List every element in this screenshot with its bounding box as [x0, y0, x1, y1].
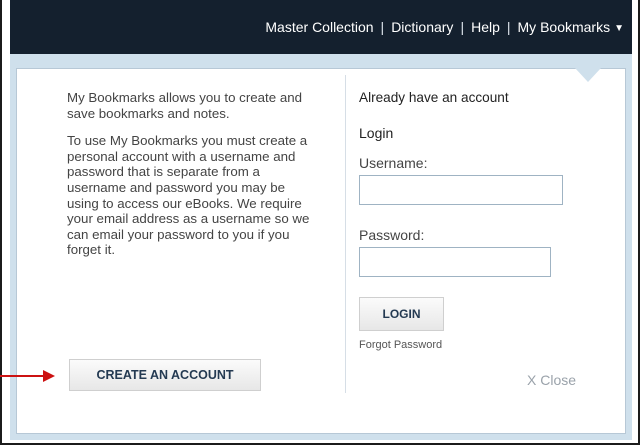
panel-divider [345, 75, 346, 393]
create-account-button[interactable]: CREATE AN ACCOUNT [69, 359, 261, 391]
nav-separator: | [506, 19, 511, 35]
bookmarks-details: To use My Bookmarks you must create a pe… [67, 133, 310, 258]
password-label: Password: [359, 227, 425, 243]
nav-my-bookmarks[interactable]: My Bookmarks [518, 19, 611, 35]
bookmarks-info: My Bookmarks allows you to create and sa… [67, 90, 317, 270]
username-input[interactable] [359, 175, 563, 205]
bookmarks-intro: My Bookmarks allows you to create and sa… [67, 90, 303, 121]
login-title: Login [359, 125, 394, 141]
close-link[interactable]: X Close [527, 372, 576, 388]
nav-help[interactable]: Help [471, 19, 500, 35]
account-prompt: Already have an account [359, 90, 509, 105]
nav-separator: | [460, 19, 465, 35]
bookmarks-panel-border: My Bookmarks allows you to create and sa… [10, 54, 632, 440]
header-bar: Master Collection | Dictionary | Help | My Boo… [10, 0, 632, 54]
arrow-right-icon [0, 370, 55, 382]
forgot-password-link[interactable]: Forgot Password [359, 339, 599, 351]
panel-notch [575, 68, 601, 82]
nav-separator: | [380, 19, 385, 35]
chevron-down-icon[interactable]: ▼ [614, 23, 624, 34]
nav-master-collection[interactable]: Master Collection [265, 19, 373, 35]
bookmarks-panel: My Bookmarks allows you to create and sa… [16, 68, 626, 434]
login-button[interactable]: LOGIN [359, 297, 444, 331]
top-navigation: Master Collection | Dictionary | Help | My Boo… [265, 19, 624, 35]
username-label: Username: [359, 155, 428, 171]
nav-dictionary[interactable]: Dictionary [391, 19, 453, 35]
password-input[interactable] [359, 247, 551, 277]
login-section: Already have an account Login Username: … [359, 90, 599, 351]
